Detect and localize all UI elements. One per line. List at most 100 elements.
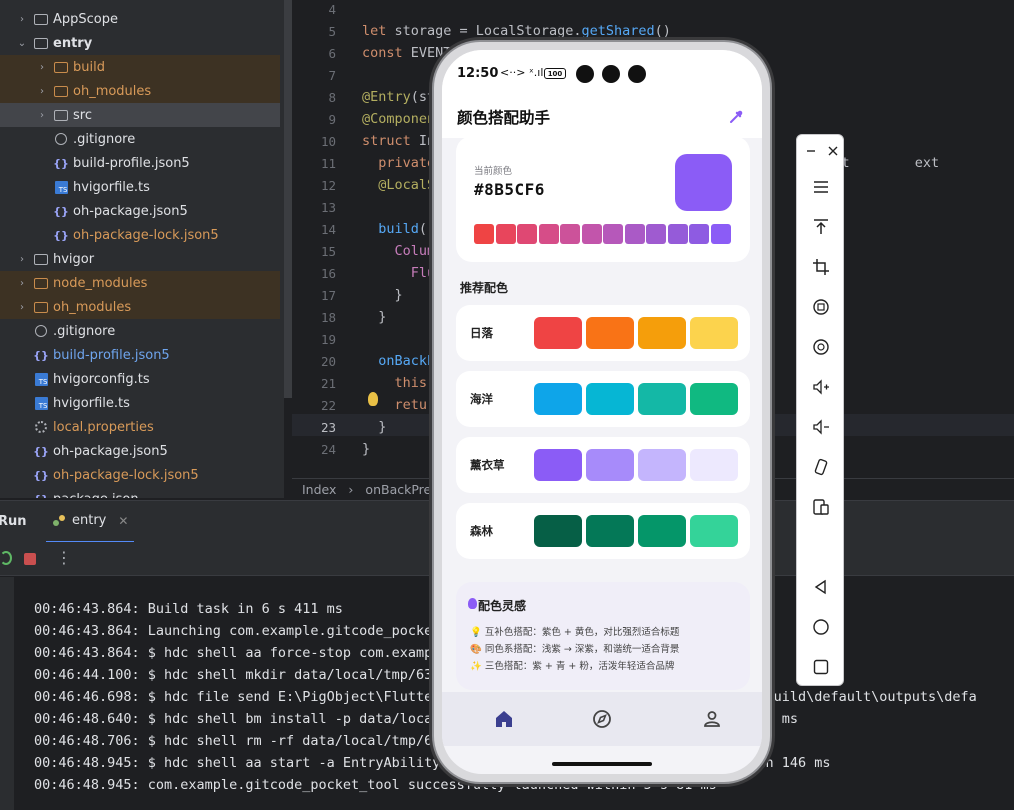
code-line[interactable]: }: [362, 287, 403, 303]
tree-item[interactable]: {} build-profile.json5: [0, 151, 280, 175]
code-line[interactable]: let storage = LocalStorage.getShared(): [362, 23, 671, 39]
tree-item[interactable]: TS hvigorfile.ts: [0, 391, 280, 415]
breadcrumb-struct[interactable]: Index: [302, 482, 336, 497]
code-line[interactable]: }: [362, 309, 386, 325]
palette-swatch[interactable]: [534, 383, 582, 415]
palette-swatch[interactable]: [586, 449, 634, 481]
rerun-icon[interactable]: [0, 551, 12, 565]
gradient-step[interactable]: [517, 224, 537, 244]
run-tab-entry[interactable]: entry ✕: [46, 501, 135, 543]
chevron-right-icon[interactable]: ›: [16, 14, 28, 25]
palette-swatch[interactable]: [690, 383, 738, 415]
minimize-icon[interactable]: [799, 139, 823, 163]
crop-icon[interactable]: [809, 255, 833, 279]
gradient-step[interactable]: [667, 224, 688, 244]
home-icon[interactable]: [493, 708, 515, 730]
palette-swatch[interactable]: [690, 449, 738, 481]
more-options-icon[interactable]: ⋮: [56, 548, 72, 567]
code-line[interactable]: }: [362, 419, 386, 435]
shake-icon[interactable]: [809, 455, 833, 479]
tree-item[interactable]: local.properties: [0, 415, 280, 439]
back-icon[interactable]: [809, 575, 833, 599]
tree-item[interactable]: › node_modules: [0, 271, 280, 295]
code-line[interactable]: const EVENT: [362, 45, 451, 61]
code-line[interactable]: this.: [362, 375, 436, 391]
close-icon[interactable]: ✕: [118, 514, 128, 528]
palette-swatch[interactable]: [586, 515, 634, 547]
tree-item[interactable]: .gitignore: [0, 127, 280, 151]
tree-item[interactable]: {} build-profile.json5: [0, 343, 280, 367]
gradient-step[interactable]: [495, 224, 516, 244]
palette-card[interactable]: 海洋: [456, 371, 750, 427]
stop-button[interactable]: [24, 553, 36, 565]
palette-card[interactable]: 薰衣草: [456, 437, 750, 493]
chevron-right-icon[interactable]: ›: [16, 302, 28, 313]
palette-swatch[interactable]: [586, 383, 634, 415]
gradient-step[interactable]: [474, 224, 494, 244]
chevron-right-icon[interactable]: ›: [16, 278, 28, 289]
palette-swatch[interactable]: [638, 383, 686, 415]
code-line[interactable]: @Entry(st: [362, 89, 435, 105]
chevron-right-icon[interactable]: ›: [16, 254, 28, 265]
close-icon[interactable]: [821, 139, 845, 163]
gradient-step[interactable]: [646, 224, 666, 244]
menu-icon[interactable]: [809, 175, 833, 199]
home-indicator[interactable]: [552, 762, 652, 766]
tree-item[interactable]: › build: [0, 55, 280, 79]
lightbulb-icon[interactable]: [368, 392, 378, 406]
tree-item[interactable]: TS hvigorfile.ts: [0, 175, 280, 199]
tree-item[interactable]: › oh_modules: [0, 295, 280, 319]
palette-swatch[interactable]: [638, 317, 686, 349]
code-line[interactable]: @LocalSt: [362, 177, 443, 193]
multi-device-icon[interactable]: [809, 495, 833, 519]
code-line[interactable]: Colum: [362, 243, 436, 259]
code-line[interactable]: struct In: [362, 133, 435, 149]
chevron-right-icon[interactable]: ›: [36, 110, 48, 121]
chevron-down-icon[interactable]: ⌄: [16, 38, 28, 49]
recent-square-icon[interactable]: [809, 655, 833, 679]
color-picker-icon[interactable]: [728, 109, 744, 125]
palette-swatch[interactable]: [534, 317, 582, 349]
gradient-step[interactable]: [689, 224, 709, 244]
user-icon[interactable]: [701, 708, 723, 730]
tree-item[interactable]: {} oh-package.json5: [0, 199, 280, 223]
tree-item[interactable]: › AppScope: [0, 7, 280, 31]
gradient-step[interactable]: [538, 224, 559, 244]
palette-swatch[interactable]: [534, 515, 582, 547]
tree-item[interactable]: › hvigor: [0, 247, 280, 271]
tree-scrollbar[interactable]: [284, 0, 292, 398]
tree-item[interactable]: {} oh-package.json5: [0, 439, 280, 463]
volume-down-icon[interactable]: [809, 415, 833, 439]
code-line[interactable]: }: [362, 441, 370, 457]
home-circle-icon[interactable]: [809, 615, 833, 639]
tree-item[interactable]: › src: [0, 103, 280, 127]
gradient-step[interactable]: [624, 224, 645, 244]
gradient-step[interactable]: [603, 224, 623, 244]
volume-up-icon[interactable]: [809, 375, 833, 399]
palette-swatch[interactable]: [690, 317, 738, 349]
code-line[interactable]: build(): [362, 221, 435, 237]
gradient-step[interactable]: [581, 224, 602, 244]
tree-item[interactable]: TS hvigorconfig.ts: [0, 367, 280, 391]
palette-swatch[interactable]: [690, 515, 738, 547]
chevron-right-icon[interactable]: ›: [36, 86, 48, 97]
tree-item[interactable]: {} oh-package-lock.json5: [0, 223, 280, 247]
tree-item[interactable]: › oh_modules: [0, 79, 280, 103]
phone-screen[interactable]: 12:50 <··> ˣ.ıl 100 颜色搭配助手 当前颜色 #8B5CF6 …: [442, 50, 762, 774]
code-line[interactable]: Flu: [362, 265, 435, 281]
gradient-step[interactable]: [710, 224, 731, 244]
tree-item[interactable]: {} oh-package-lock.json5: [0, 463, 280, 487]
tree-item[interactable]: ⌄ entry: [0, 31, 280, 55]
current-color-swatch[interactable]: [675, 154, 732, 211]
palette-swatch[interactable]: [638, 515, 686, 547]
pin-top-icon[interactable]: [809, 215, 833, 239]
chevron-right-icon[interactable]: ›: [36, 62, 48, 73]
tree-item[interactable]: .gitignore: [0, 319, 280, 343]
palette-swatch[interactable]: [638, 449, 686, 481]
palette-swatch[interactable]: [586, 317, 634, 349]
gradient-step[interactable]: [560, 224, 580, 244]
palette-card[interactable]: 日落: [456, 305, 750, 361]
rotate-left-icon[interactable]: [809, 295, 833, 319]
palette-card[interactable]: 森林: [456, 503, 750, 559]
code-line[interactable]: @Component: [362, 111, 443, 127]
